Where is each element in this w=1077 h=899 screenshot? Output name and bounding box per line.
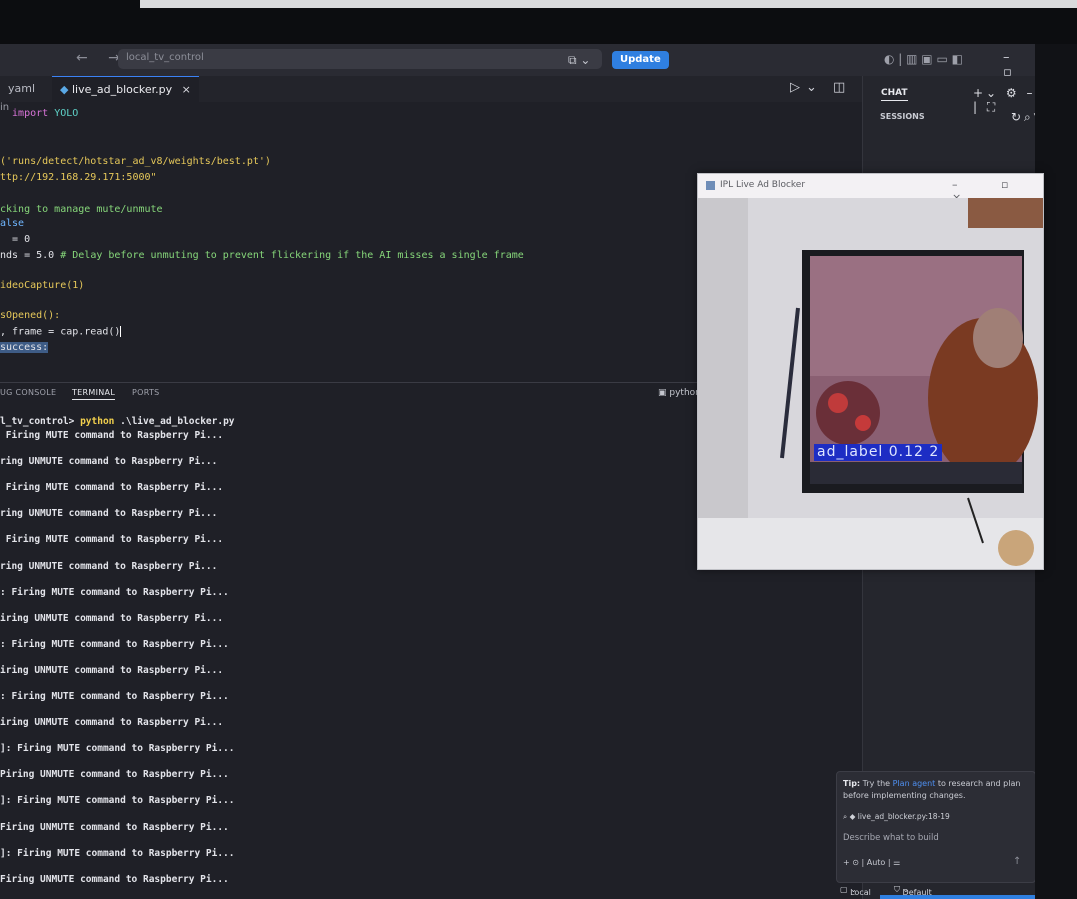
code-token: alse — [0, 218, 25, 229]
terminal-line: : Firing MUTE command to Raspberry Pi... — [0, 586, 229, 598]
send-icon[interactable]: ↑ — [1013, 856, 1021, 867]
close-icon[interactable]: × — [182, 83, 191, 96]
code-line: cking to manage mute/unmute — [0, 204, 163, 215]
command-center[interactable]: local_tv_control — [118, 49, 602, 69]
terminal-line: ]: Firing MUTE command to Raspberry Pi..… — [0, 847, 235, 859]
panel-tab-bar: UG CONSOLE TERMINAL PORTS — [0, 382, 700, 405]
terminal-line: ]: Firing MUTE command to Raspberry Pi..… — [0, 743, 235, 755]
code-token: import — [0, 108, 55, 119]
code-token: ideoCapture(1) — [0, 280, 85, 291]
context-chip[interactable]: ⌕ ◆ live_ad_blocker.py:18-19 — [843, 812, 950, 822]
settings-icon: | ⚌ — [885, 858, 901, 867]
code-token: YOLO — [54, 108, 79, 119]
layout-icons[interactable]: ◐ | ▥ ▣ ▭ ◧ — [884, 52, 963, 66]
terminal-line: Firing MUTE command to Raspberry Pi... — [0, 430, 224, 441]
plan-agent-link[interactable]: Plan agent — [893, 779, 936, 788]
terminal-prompt: l_tv_control> python .\live_ad_blocker.p… — [0, 416, 235, 427]
code-line: success: — [0, 342, 49, 353]
code-token: = 0 — [0, 234, 31, 245]
terminal-line: : Firing MUTE command to Raspberry Pi... — [0, 691, 229, 702]
code-token: nds = 5.0 — [0, 250, 61, 261]
terminal-line: Firing MUTE command to Raspberry Pi... — [0, 482, 224, 494]
terminal-line: ]: Firing MUTE command to Raspberry Pi..… — [0, 795, 235, 807]
chat-input-box: Tip: Try the Plan agent to research and … — [836, 771, 1035, 883]
bezel-glare — [140, 0, 1077, 8]
code-token: sOpened(): — [0, 310, 61, 321]
terminal-line: ring UNMUTE command to Raspberry Pi... — [0, 508, 218, 520]
detection-label: ad_label 0.12 2 — [814, 444, 943, 461]
attach-icon: ⌕ ◆ — [843, 812, 858, 821]
status-bar-strip — [880, 895, 1035, 899]
code-token: ttp://192.168.29.171:5000" — [0, 172, 157, 183]
copilot-icon[interactable]: ⧉ ⌄ — [568, 53, 590, 68]
update-button[interactable]: Update — [612, 51, 669, 69]
camera-feed: ad_label 0.12 2 — [698, 198, 1043, 569]
terminal-line: Firing MUTE command to Raspberry Pi... — [0, 534, 224, 546]
laptop-bezel-top — [0, 0, 1077, 44]
code-line: ('runs/detect/hotstar_ad_v8/weights/best… — [0, 156, 271, 167]
terminal-line: : Firing MUTE command to Raspberry Pi... — [0, 638, 229, 650]
prompt-path: l_tv_control> — [0, 416, 81, 427]
code-line: , frame = cap.read() — [0, 326, 122, 338]
terminal-icon: ▣ — [658, 388, 670, 398]
terminal-line: Piring UNMUTE command to Raspberry Pi... — [0, 769, 229, 781]
tip-text: Tip: Try the Plan agent to research and … — [843, 779, 1021, 800]
local-select[interactable]: ▢ Local ⌄ — [840, 885, 871, 897]
code-token: # Delay before unmuting to prevent flick… — [60, 250, 524, 261]
prompt-args: .\live_ad_blocker.py — [114, 416, 235, 427]
app-icon — [706, 181, 715, 190]
code-token: , frame = cap.read() — [0, 326, 121, 338]
code-line: ideoCapture(1) — [0, 280, 84, 291]
command-center-text: local_tv_control — [126, 52, 204, 63]
terminal-line: Firing UNMUTE command to Raspberry Pi... — [0, 821, 229, 833]
terminal-line: Firing UNMUTE command to Raspberry Pi... — [0, 873, 229, 885]
tab-terminal[interactable]: TERMINAL — [72, 388, 116, 400]
chat-input[interactable]: Describe what to build — [843, 833, 939, 843]
terminal-line: ring UNMUTE command to Raspberry Pi... — [0, 456, 218, 468]
text-cursor — [120, 326, 122, 337]
terminal-shell-label[interactable]: ▣ python — [658, 388, 701, 398]
code-token: cking to manage mute/unmute — [0, 204, 163, 215]
mode-select: Auto — [866, 858, 886, 867]
terminal-line: iring UNMUTE command to Raspberry Pi... — [0, 664, 224, 676]
terminal-line: iring UNMUTE command to Raspberry Pi... — [0, 717, 224, 729]
code-line: nds = 5.0 # Delay before unmuting to pre… — [0, 250, 524, 261]
editor-tab-bar: yaml ◆ live_ad_blocker.py × — [0, 76, 862, 103]
code-line: ttp://192.168.29.171:5000" — [0, 172, 157, 183]
ad-window-titlebar[interactable]: IPL Live Ad Blocker – ▫ × — [698, 174, 1043, 204]
tab-chat[interactable]: CHAT — [881, 88, 908, 101]
ad-window-title: IPL Live Ad Blocker — [720, 180, 806, 190]
tab-yaml[interactable]: yaml — [0, 76, 43, 102]
code-token: ('runs/detect/hotstar_ad_v8/weights/best… — [0, 156, 271, 167]
python-file-icon: ◆ — [60, 83, 72, 96]
tab-label: live_ad_blocker.py — [71, 83, 173, 96]
code-line: sOpened(): — [0, 310, 60, 321]
tab-live-ad-blocker[interactable]: ◆ live_ad_blocker.py × — [52, 76, 199, 103]
tab-label: yaml — [8, 82, 36, 95]
chat-tools[interactable]: + ⊙ | Auto | ⚌ — [843, 858, 900, 867]
tab-sessions[interactable]: SESSIONS — [880, 112, 925, 121]
tab-ports[interactable]: PORTS — [132, 388, 160, 397]
refresh-search-filter-icons[interactable]: ↻⌕▽ — [1011, 110, 1035, 125]
terminal-line: iring UNMUTE command to Raspberry Pi... — [0, 612, 224, 624]
terminal-line: ring UNMUTE command to Raspberry Pi... — [0, 560, 218, 572]
code-line: alse — [0, 218, 24, 229]
code-line: import YOLO — [0, 108, 78, 119]
prompt-command: python — [80, 416, 115, 427]
add-icon: + ⊙ | — [843, 858, 867, 867]
title-bar: ← → local_tv_control ⧉ ⌄ Update ◐ | ▥ ▣ … — [0, 44, 1035, 80]
camera-image — [698, 198, 1043, 569]
approvals-select[interactable]: ⛉ Default Approvals ⌄ — [894, 885, 942, 899]
code-token: success: — [0, 342, 49, 353]
code-line: = 0 — [0, 234, 30, 245]
tab-debug-console[interactable]: UG CONSOLE — [0, 388, 56, 397]
ad-blocker-window[interactable]: IPL Live Ad Blocker – ▫ × ad_label 0.12 … — [697, 173, 1044, 570]
